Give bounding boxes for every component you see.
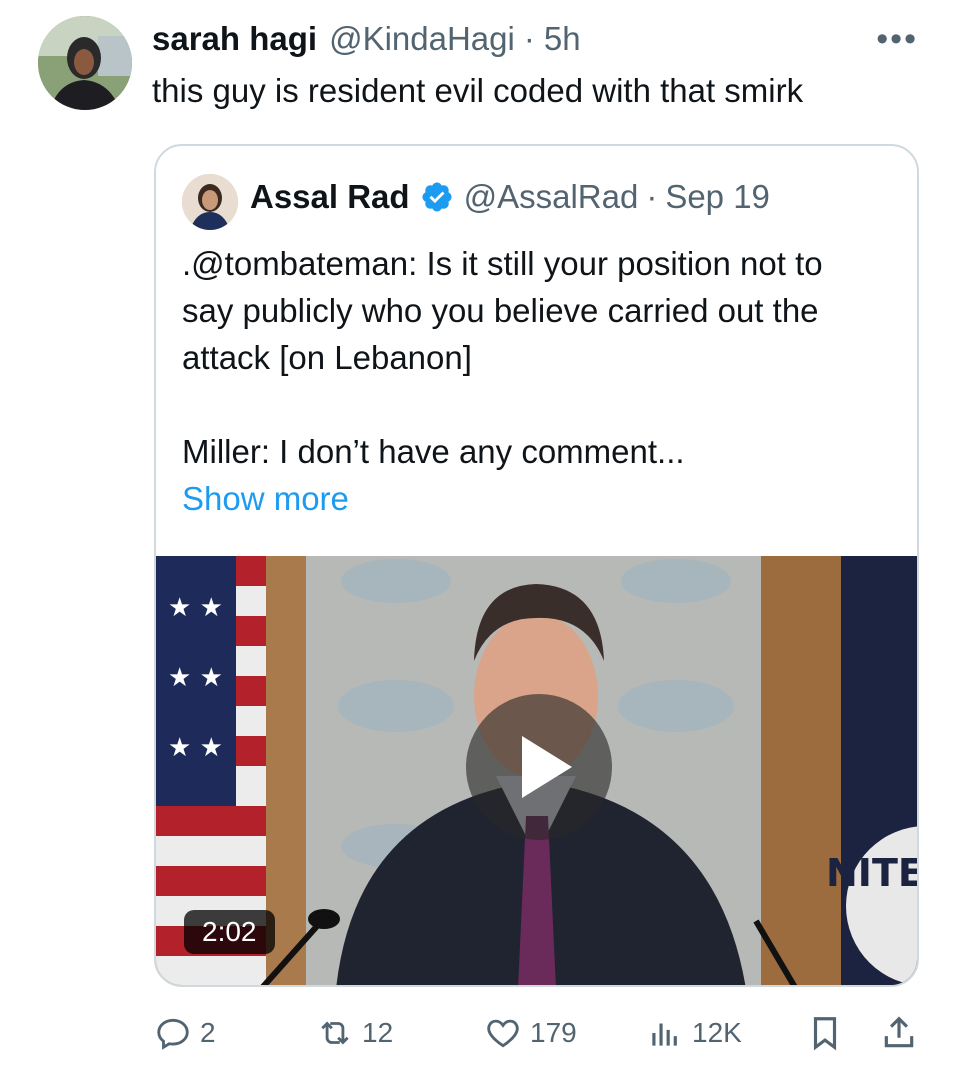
quoted-tweet[interactable]: Assal Rad @AssalRad · Sep 19 .@tombatema… — [154, 144, 919, 987]
like-button[interactable]: 179 — [484, 1014, 577, 1052]
quoted-header: Assal Rad @AssalRad · Sep 19 — [250, 178, 770, 216]
share-icon — [884, 1016, 914, 1048]
views-button[interactable]: 12K — [646, 1014, 742, 1052]
seal-text: NITED — [826, 851, 919, 895]
like-icon — [487, 1019, 519, 1048]
tweet-text: this guy is resident evil coded with tha… — [152, 72, 804, 109]
quoted-date[interactable]: Sep 19 — [665, 178, 770, 216]
quoted-author-avatar[interactable] — [182, 174, 238, 230]
quoted-author-name[interactable]: Assal Rad — [250, 178, 410, 216]
more-icon[interactable]: ••• — [876, 20, 918, 59]
quoted-text: .@tombateman: Is it still your position … — [182, 240, 902, 522]
play-button[interactable] — [466, 694, 612, 840]
quoted-text-line: .@tombateman: Is it still your position … — [182, 245, 823, 282]
bookmark-icon — [813, 1017, 837, 1051]
svg-text:★ ★: ★ ★ — [168, 663, 223, 693]
author-name[interactable]: sarah hagi — [152, 20, 317, 58]
repost-icon — [321, 1021, 349, 1045]
separator-dot: · — [523, 20, 535, 57]
repost-count: 12 — [362, 1017, 394, 1048]
views-count: 12K — [692, 1017, 742, 1048]
video-duration: 2:02 — [184, 910, 275, 954]
play-icon — [522, 736, 572, 798]
quoted-text-line: Miller: I don’t have any comment... — [182, 433, 685, 470]
reply-button[interactable]: 2 — [154, 1014, 216, 1052]
show-more-link[interactable]: Show more — [182, 475, 902, 522]
tweet-header: sarah hagi @KindaHagi · 5h — [152, 20, 581, 58]
separator-dot: · — [646, 178, 658, 215]
video-player[interactable]: ★ ★ ★ ★ ★ ★ NITED 2:02 — [156, 556, 919, 985]
like-count: 179 — [530, 1017, 577, 1048]
tweet-time[interactable]: 5h — [544, 20, 581, 58]
quoted-text-line: say publicly who you believe carried out… — [182, 292, 819, 329]
author-handle[interactable]: @KindaHagi — [329, 20, 515, 58]
tweet-actions: 2 12 179 12K — [0, 1014, 960, 1064]
quoted-text-line: attack [on Lebanon] — [182, 339, 472, 376]
quoted-author-handle[interactable]: @AssalRad — [464, 178, 639, 216]
repost-button[interactable]: 12 — [316, 1014, 393, 1052]
svg-text:★ ★: ★ ★ — [168, 733, 223, 763]
reply-count: 2 — [200, 1017, 216, 1048]
svg-text:★ ★: ★ ★ — [168, 593, 223, 623]
share-button[interactable] — [880, 1014, 918, 1052]
verified-badge-icon — [422, 182, 452, 212]
bookmark-button[interactable] — [806, 1014, 844, 1052]
views-icon — [652, 1023, 677, 1046]
author-avatar[interactable] — [38, 16, 132, 110]
reply-icon — [157, 1018, 189, 1050]
